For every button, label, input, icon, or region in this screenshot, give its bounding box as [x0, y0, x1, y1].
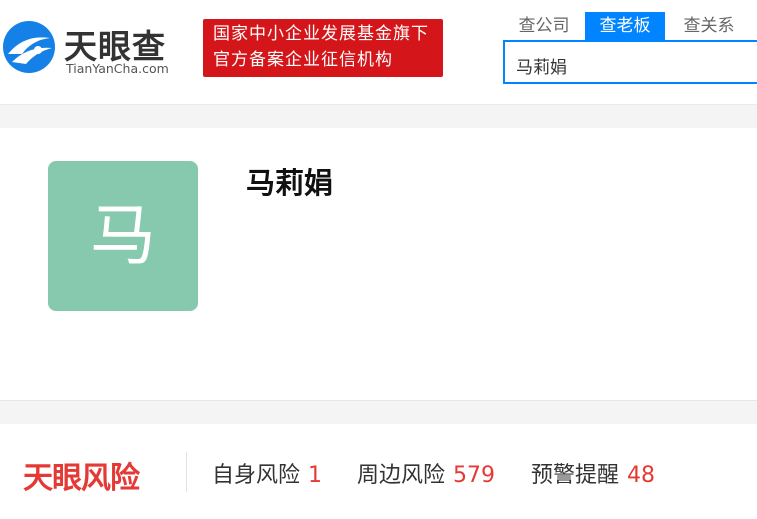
search-value[interactable]: 马莉娟: [516, 53, 567, 78]
tab-relation[interactable]: 查关系: [667, 12, 751, 40]
surrounding-risk-link[interactable]: 周边风险 579: [357, 457, 495, 489]
self-risk-count: 1: [308, 463, 323, 488]
person-profile-card: 马 马莉娟: [0, 128, 757, 400]
eye-logo-icon: [3, 21, 55, 73]
avatar: 马: [48, 161, 198, 311]
surrounding-risk-label: 周边风险: [357, 463, 446, 488]
warning-alert-link[interactable]: 预警提醒 48: [531, 457, 655, 489]
tab-boss[interactable]: 查老板: [585, 12, 665, 40]
tianyancha-logo[interactable]: 天眼查 TianYanCha.com: [0, 20, 190, 76]
banner-line-2: 官方备案企业征信机构: [213, 50, 393, 70]
tab-company[interactable]: 查公司: [503, 12, 585, 40]
banner-line-1: 国家中小企业发展基金旗下: [213, 24, 429, 44]
tianyan-risk-logo: 天眼风险: [23, 461, 140, 496]
self-risk-label: 自身风险: [212, 463, 301, 488]
risk-divider: [186, 452, 187, 492]
brand-domain: TianYanCha.com: [66, 61, 169, 76]
site-header: 天眼查 TianYanCha.com 国家中小企业发展基金旗下 官方备案企业征信…: [0, 0, 757, 104]
warning-alert-count: 48: [627, 463, 656, 488]
person-name: 马莉娟: [246, 166, 334, 200]
section-divider: [0, 400, 757, 424]
risk-summary-bar: 天眼风险 自身风险 1 周边风险 579 预警提醒 48: [0, 424, 757, 519]
warning-alert-label: 预警提醒: [531, 463, 620, 488]
self-risk-link[interactable]: 自身风险 1: [212, 457, 322, 489]
surrounding-risk-count: 579: [453, 463, 496, 488]
section-divider: [0, 104, 757, 128]
credential-banner: 国家中小企业发展基金旗下 官方备案企业征信机构: [203, 19, 443, 77]
search-input[interactable]: 马莉娟: [503, 40, 757, 84]
